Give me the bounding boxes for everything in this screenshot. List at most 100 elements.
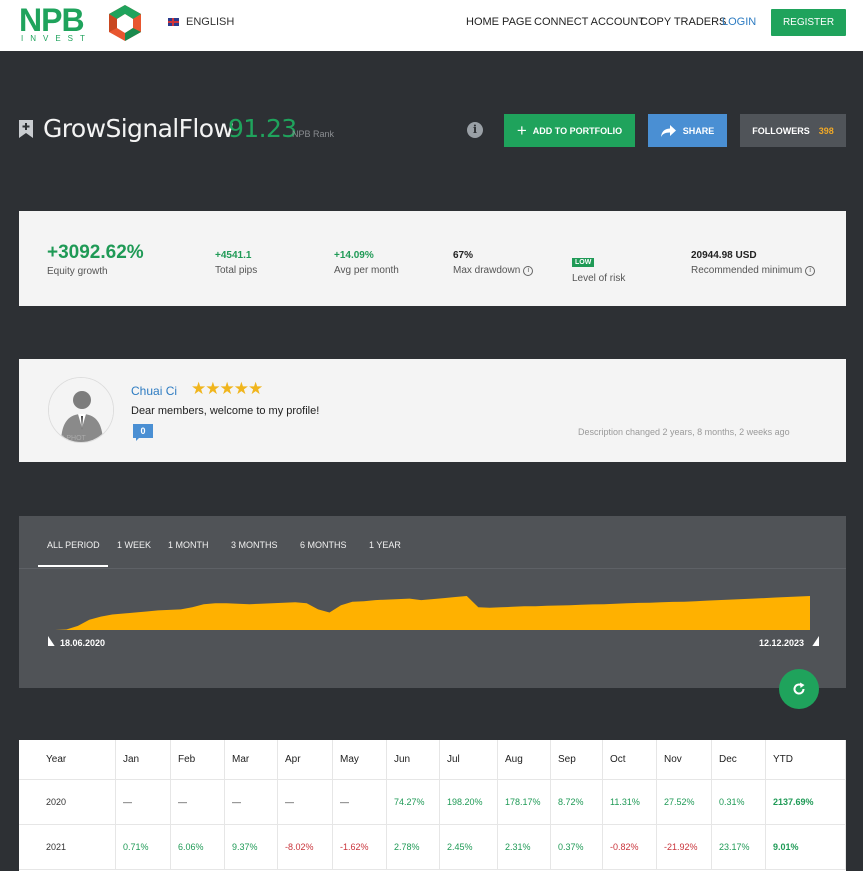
column-header: Feb bbox=[171, 740, 225, 779]
avg-per-month-label: Avg per month bbox=[334, 265, 399, 276]
chart-start-date: 18.06.2020 bbox=[60, 638, 106, 648]
chart-end-date: 12.12.2023 bbox=[759, 638, 805, 648]
logo-hexagon-icon bbox=[109, 5, 141, 41]
month-return-cell: 9.37% bbox=[225, 825, 278, 869]
equity-chart-panel: ALL PERIOD 1 WEEK 1 MONTH 3 MONTHS 6 MON… bbox=[19, 516, 846, 688]
avg-per-month-value: +14.09% bbox=[334, 250, 374, 261]
npb-rank-value: 91.23 bbox=[228, 114, 297, 143]
followers-button[interactable]: FOLLOWERS 398 bbox=[740, 114, 846, 147]
tab-1-week[interactable]: 1 WEEK bbox=[117, 540, 151, 550]
share-arrow-icon bbox=[660, 124, 676, 137]
npb-rank-label: NPB Rank bbox=[292, 129, 335, 139]
equity-area-chart[interactable] bbox=[19, 576, 846, 646]
month-return-cell: 178.17% bbox=[498, 780, 551, 824]
month-return-cell: 2.45% bbox=[440, 825, 498, 869]
table-row: 2021 0.71% 6.06% 9.37% -8.02% -1.62% 2.78% 2.45… bbox=[19, 825, 846, 870]
comments-count-badge[interactable]: 0 bbox=[133, 424, 153, 441]
stat-level-of-risk: LOW Level of risk bbox=[572, 251, 625, 284]
followers-label: FOLLOWERS bbox=[752, 125, 810, 136]
person-silhouette-icon: O PHOT bbox=[49, 378, 113, 442]
column-header: May bbox=[333, 740, 387, 779]
year-cell: 2020 bbox=[19, 780, 116, 824]
nav-copy-traders[interactable]: COPY TRADERS bbox=[640, 16, 726, 28]
tab-1-month[interactable]: 1 MONTH bbox=[168, 540, 209, 550]
column-header: Jul bbox=[440, 740, 498, 779]
column-header: Mar bbox=[225, 740, 278, 779]
equity-growth-label: Equity growth bbox=[47, 266, 108, 277]
tab-1-year[interactable]: 1 YEAR bbox=[369, 540, 401, 550]
column-header: Sep bbox=[551, 740, 603, 779]
bookmark-icon[interactable] bbox=[19, 120, 33, 138]
month-return-cell: 8.72% bbox=[551, 780, 603, 824]
column-header: Oct bbox=[603, 740, 657, 779]
followers-count: 398 bbox=[818, 125, 834, 136]
month-return-cell: 0.71% bbox=[116, 825, 171, 869]
rating-stars: ★★★★★ bbox=[191, 379, 263, 398]
nav-connect-account[interactable]: CONNECT ACCOUNT bbox=[534, 16, 645, 28]
add-to-portfolio-label: ADD TO PORTFOLIO bbox=[532, 125, 623, 136]
month-return-cell: 74.27% bbox=[387, 780, 440, 824]
total-pips-label: Total pips bbox=[215, 265, 258, 276]
month-return-cell: 2.78% bbox=[387, 825, 440, 869]
tab-all-period[interactable]: ALL PERIOD bbox=[38, 540, 108, 567]
table-header-row: Year Jan Feb Mar Apr May Jun Jul Aug Sep Oct Nov Dec… bbox=[19, 740, 846, 780]
column-header: Dec bbox=[712, 740, 766, 779]
column-header: Year bbox=[19, 740, 116, 779]
column-header: YTD bbox=[766, 740, 846, 779]
range-end-handle-icon bbox=[812, 636, 819, 646]
stat-recommended-minimum: 20944.98 USD Recommended minimum i bbox=[691, 250, 816, 276]
month-return-cell: — bbox=[278, 780, 333, 824]
plus-icon: + bbox=[516, 121, 527, 140]
share-label: SHARE bbox=[682, 125, 715, 136]
profile-panel: O PHOT Chuai Ci ★★★★★ Dear members, welc… bbox=[19, 359, 846, 462]
range-start-handle-icon bbox=[48, 636, 55, 646]
month-return-cell: -1.62% bbox=[333, 825, 387, 869]
month-return-cell: — bbox=[225, 780, 278, 824]
share-button[interactable]: SHARE bbox=[648, 114, 727, 147]
add-to-portfolio-button[interactable]: + ADD TO PORTFOLIO bbox=[504, 114, 635, 147]
uk-flag-icon bbox=[168, 18, 179, 26]
language-selector[interactable]: ENGLISH bbox=[168, 16, 234, 28]
year-cell: 2021 bbox=[19, 825, 116, 869]
equity-area-series bbox=[55, 596, 810, 630]
month-return-cell: 27.52% bbox=[657, 780, 712, 824]
max-drawdown-label: Max drawdown bbox=[453, 265, 521, 276]
info-circle-icon[interactable]: i bbox=[523, 265, 534, 276]
nav-login[interactable]: LOGIN bbox=[722, 16, 756, 28]
profile-name-link[interactable]: Chuai Ci bbox=[131, 384, 177, 398]
tab-3-months[interactable]: 3 MONTHS bbox=[231, 540, 278, 550]
stat-max-drawdown: 67% Max drawdown i bbox=[453, 250, 534, 276]
register-button[interactable]: REGISTER bbox=[771, 9, 846, 36]
table-row: 2020— — — — —74.27% 198.20% 178.17% 8.72% 11.31%… bbox=[19, 780, 846, 825]
month-return-cell: 0.31% bbox=[712, 780, 766, 824]
month-return-cell: — bbox=[171, 780, 225, 824]
info-icon[interactable]: i bbox=[467, 122, 483, 138]
equity-growth-value: +3092.62% bbox=[47, 242, 144, 263]
stat-equity-growth: +3092.62% Equity growth bbox=[47, 242, 144, 277]
recommended-minimum-value: 20944.98 USD bbox=[691, 250, 757, 261]
month-return-cell: — bbox=[333, 780, 387, 824]
top-navbar: NPB INVEST ENGLISH HOME PAGE CONNECT ACC… bbox=[0, 0, 863, 51]
ytd-cell: 9.01% bbox=[766, 825, 846, 869]
trader-name: GrowSignalFlow bbox=[43, 114, 234, 143]
month-return-cell: 2.31% bbox=[498, 825, 551, 869]
month-return-cell: 6.06% bbox=[171, 825, 225, 869]
month-return-cell: 23.17% bbox=[712, 825, 766, 869]
nav-home-page[interactable]: HOME PAGE bbox=[466, 16, 532, 28]
avatar-caption: O PHOT bbox=[59, 435, 87, 442]
recommended-minimum-label: Recommended minimum bbox=[691, 265, 803, 276]
month-return-cell: -8.02% bbox=[278, 825, 333, 869]
description-changed-text: Description changed 2 years, 8 months, 2… bbox=[578, 427, 790, 437]
max-drawdown-row: Max drawdown i bbox=[453, 265, 534, 276]
risk-level-badge: LOW bbox=[572, 258, 595, 267]
refresh-button[interactable] bbox=[779, 669, 819, 709]
month-return-cell: — bbox=[116, 780, 171, 824]
tab-6-months[interactable]: 6 MONTHS bbox=[300, 540, 347, 550]
column-header: Nov bbox=[657, 740, 712, 779]
max-drawdown-value: 67% bbox=[453, 250, 474, 261]
stat-avg-per-month: +14.09% Avg per month bbox=[334, 250, 399, 276]
npb-invest-logo[interactable]: NPB INVEST bbox=[19, 2, 149, 44]
avatar[interactable]: O PHOT bbox=[48, 377, 114, 443]
month-return-cell: -21.92% bbox=[657, 825, 712, 869]
info-circle-icon[interactable]: i bbox=[805, 265, 816, 276]
